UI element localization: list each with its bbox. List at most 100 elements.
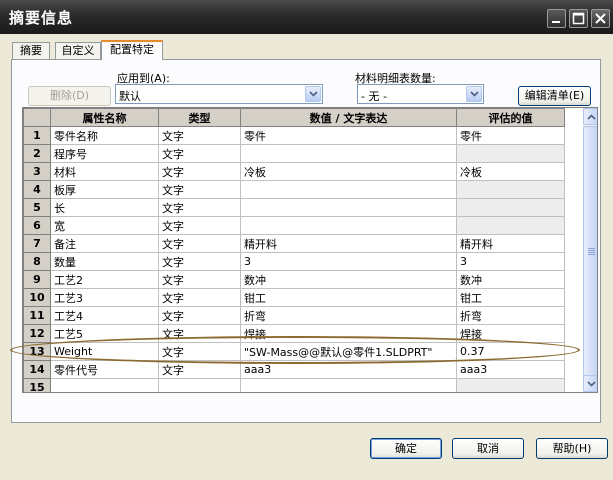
type-cell[interactable] <box>158 378 241 392</box>
property-name-cell[interactable]: 数量 <box>50 252 159 271</box>
value-expression-cell[interactable] <box>240 180 457 199</box>
row-number: 14 <box>23 360 51 379</box>
value-expression-cell[interactable]: 精开料 <box>240 234 457 253</box>
help-button[interactable]: 帮助(H) <box>536 438 608 459</box>
property-name-cell[interactable]: 材料 <box>50 162 159 181</box>
table-row[interactable]: 5 长文字 <box>23 198 565 217</box>
table-row[interactable]: 8 数量 文字 3 3 <box>23 252 565 271</box>
property-name-cell[interactable]: 零件名称 <box>50 126 159 145</box>
value-expression-cell[interactable]: 钳工 <box>240 288 457 307</box>
column-header-evaluated-value[interactable]: 评估的值 <box>456 108 565 127</box>
scroll-thumb[interactable] <box>583 126 597 376</box>
value-expression-cell[interactable]: 焊接 <box>240 324 457 343</box>
table-row[interactable]: 3 材料 文字 冷板 冷板 <box>23 162 565 181</box>
minimize-button[interactable] <box>547 9 566 28</box>
value-expression-cell[interactable]: 数冲 <box>240 270 457 289</box>
value-expression-cell[interactable]: aaa3 <box>240 360 457 379</box>
table-row[interactable]: 12 工艺5 文字 焊接 焊接 <box>23 324 565 343</box>
table-row[interactable]: 11 工艺4 文字 折弯 折弯 <box>23 306 565 325</box>
table-row[interactable]: 7 备注 文字 精开料 精开料 <box>23 234 565 253</box>
type-cell[interactable]: 文字 <box>158 342 241 361</box>
maximize-button[interactable] <box>569 9 588 28</box>
type-cell[interactable]: 文字 <box>158 126 241 145</box>
value-expression-cell[interactable]: 3 <box>240 252 457 271</box>
scroll-down-button[interactable] <box>583 375 597 392</box>
property-name-cell[interactable]: 工艺2 <box>50 270 159 289</box>
evaluated-value-cell: 折弯 <box>456 306 565 325</box>
bom-quantity-dropdown-button[interactable] <box>466 86 482 102</box>
value-expression-cell[interactable]: "SW-Mass@@默认@零件1.SLDPRT" <box>240 342 457 361</box>
type-cell[interactable]: 文字 <box>158 324 241 343</box>
type-cell[interactable]: 文字 <box>158 144 241 163</box>
row-number: 2 <box>23 144 51 163</box>
row-number: 7 <box>23 234 51 253</box>
value-expression-cell[interactable] <box>240 216 457 235</box>
value-expression-cell[interactable]: 零件 <box>240 126 457 145</box>
value-expression-cell[interactable] <box>240 378 457 392</box>
property-name-cell[interactable]: 板厚 <box>50 180 159 199</box>
cancel-button[interactable]: 取消 <box>452 438 524 459</box>
tab-summary[interactable]: 摘要 <box>12 42 50 59</box>
value-expression-cell[interactable]: 冷板 <box>240 162 457 181</box>
type-cell[interactable]: 文字 <box>158 252 241 271</box>
summary-info-dialog: 摘要信息 摘要 自定义 配置特定 删除(D) 应用到(A): 默认 材料明细表数… <box>0 0 613 480</box>
edit-list-button[interactable]: 编辑清单(E) <box>518 86 591 106</box>
type-cell[interactable]: 文字 <box>158 270 241 289</box>
tab-custom[interactable]: 自定义 <box>55 42 101 59</box>
column-header-value-expression[interactable]: 数值 / 文字表达 <box>240 108 457 127</box>
type-cell[interactable]: 文字 <box>158 306 241 325</box>
type-cell[interactable]: 文字 <box>158 360 241 379</box>
scroll-up-button[interactable] <box>583 108 597 125</box>
table-row[interactable]: 2 程序号 文字 <box>23 144 565 163</box>
table-row[interactable]: 10 工艺3 文字 钳工 钳工 <box>23 288 565 307</box>
close-button[interactable] <box>591 9 610 28</box>
type-cell[interactable]: 文字 <box>158 288 241 307</box>
table-row[interactable]: 1 零件名称 文字 零件 零件 <box>23 126 565 145</box>
tab-config-specific[interactable]: 配置特定 <box>101 40 163 60</box>
table-row[interactable]: 9 工艺2 文字 数冲 数冲 <box>23 270 565 289</box>
delete-button[interactable]: 删除(D) <box>28 86 111 106</box>
evaluated-value-cell: 焊接 <box>456 324 565 343</box>
column-header-property-name[interactable]: 属性名称 <box>50 108 159 127</box>
type-cell[interactable]: 文字 <box>158 234 241 253</box>
value-expression-cell[interactable] <box>240 198 457 217</box>
type-cell[interactable]: 文字 <box>158 216 241 235</box>
property-name-cell[interactable]: 工艺4 <box>50 306 159 325</box>
property-name-cell[interactable]: 工艺3 <box>50 288 159 307</box>
apply-to-dropdown-button[interactable] <box>305 86 321 102</box>
table-row[interactable]: 4 板厚 文字 <box>23 180 565 199</box>
type-cell[interactable]: 文字 <box>158 180 241 199</box>
scroll-grip <box>588 254 595 255</box>
value-expression-cell[interactable] <box>240 144 457 163</box>
row-number: 5 <box>23 198 51 217</box>
table-row[interactable]: 13 Weight 文字 "SW-Mass@@默认@零件1.SLDPRT" 0.37 <box>23 342 565 361</box>
ok-button[interactable]: 确定 <box>370 438 442 459</box>
row-number: 4 <box>23 180 51 199</box>
table-row[interactable]: 15 <box>23 378 565 392</box>
property-name-cell[interactable]: 程序号 <box>50 144 159 163</box>
bom-quantity-select[interactable]: - 无 - <box>357 84 484 104</box>
type-cell[interactable]: 文字 <box>158 198 241 217</box>
bom-quantity-value: - 无 - <box>361 90 387 103</box>
property-name-cell[interactable]: 工艺5 <box>50 324 159 343</box>
table-row[interactable]: 6 宽文字 <box>23 216 565 235</box>
chevron-down-icon <box>470 91 479 97</box>
apply-to-select[interactable]: 默认 <box>115 84 323 104</box>
evaluated-value-cell: 0.37 <box>456 342 565 361</box>
row-number: 1 <box>23 126 51 145</box>
property-name-cell[interactable]: 零件代号 <box>50 360 159 379</box>
property-name-cell[interactable]: 宽 <box>50 216 159 235</box>
value-expression-cell[interactable]: 折弯 <box>240 306 457 325</box>
properties-table: 属性名称 类型 数值 / 文字表达 评估的值 1 零件名称 文字 零件 零件 2 程序号 文字… <box>23 108 565 392</box>
property-name-cell[interactable]: Weight <box>50 342 159 361</box>
property-name-cell[interactable]: 备注 <box>50 234 159 253</box>
column-header-type[interactable]: 类型 <box>158 108 241 127</box>
vertical-scrollbar[interactable] <box>583 108 597 392</box>
table-row[interactable]: 14 零件代号 文字 aaa3 aaa3 <box>23 360 565 379</box>
property-name-cell[interactable] <box>50 378 159 392</box>
property-name-cell[interactable]: 长 <box>50 198 159 217</box>
title-bar[interactable]: 摘要信息 <box>0 0 613 34</box>
scroll-grip <box>588 250 595 251</box>
type-cell[interactable]: 文字 <box>158 162 241 181</box>
evaluated-value-cell: aaa3 <box>456 360 565 379</box>
